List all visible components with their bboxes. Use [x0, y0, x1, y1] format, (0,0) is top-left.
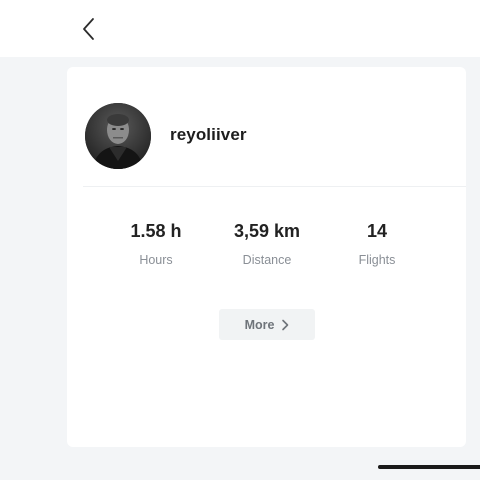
home-indicator — [378, 465, 480, 469]
stat-value: 14 — [366, 221, 388, 241]
top-bar — [0, 0, 480, 57]
stat-label: Flights — [358, 253, 396, 267]
stat-value: 3,59 km — [233, 221, 301, 241]
stat-label: Hours — [139, 253, 173, 267]
username: reyoliiver — [170, 125, 247, 144]
more-button-label: More — [244, 317, 275, 332]
stat-value: 1.58 h — [130, 221, 182, 241]
avatar[interactable] — [85, 103, 151, 169]
stat-label: Distance — [242, 253, 292, 267]
chevron-left-icon — [83, 18, 94, 40]
chevron-right-icon — [281, 319, 289, 331]
stat-distance: 3,59 km Distance — [207, 219, 327, 267]
stat-flights: 14 Flights — [317, 219, 437, 267]
profile-card: reyoliiver 1.58 h Hours 3,59 km Distance… — [67, 67, 466, 447]
divider — [83, 186, 466, 187]
stat-hours: 1.58 h Hours — [96, 219, 216, 267]
avatar-photo — [85, 103, 151, 169]
more-button[interactable]: More — [219, 309, 315, 340]
back-button[interactable] — [78, 14, 102, 44]
